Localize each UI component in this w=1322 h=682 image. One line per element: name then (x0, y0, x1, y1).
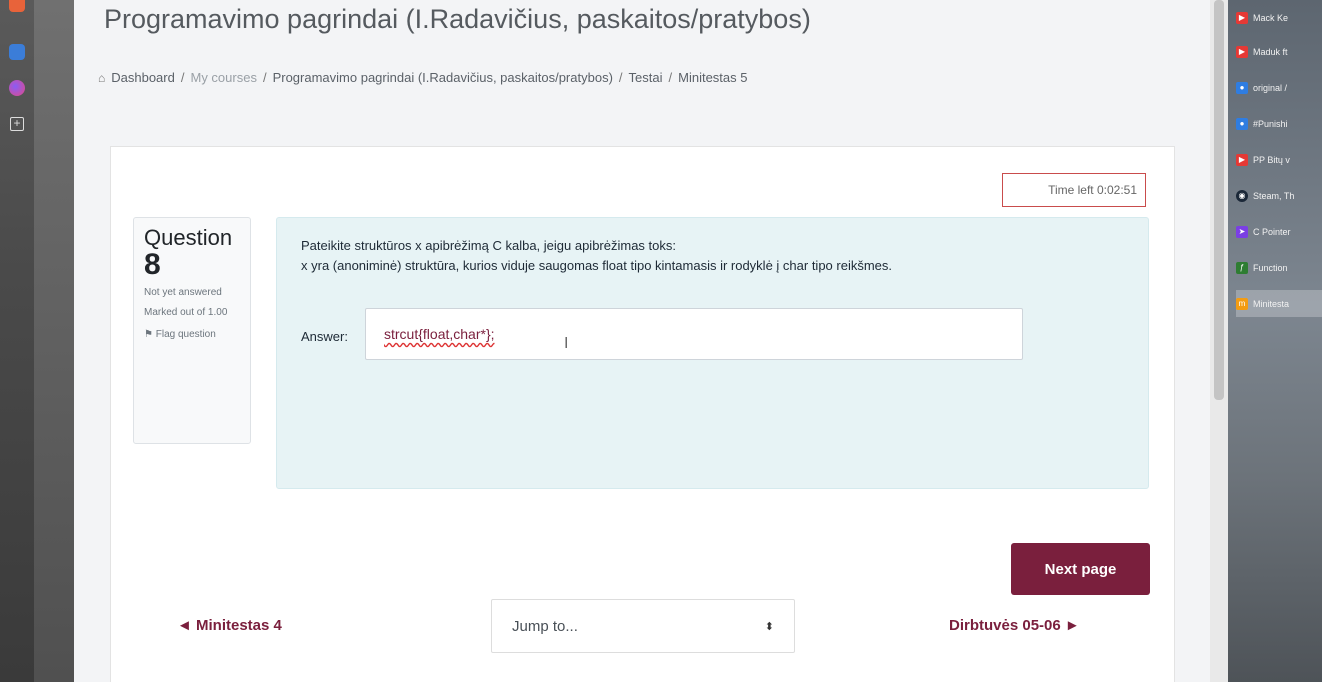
tab-label: C Pointer (1253, 226, 1291, 237)
question-text: Pateikite struktūros x apibrėžimą C kalb… (301, 236, 892, 276)
tab-label: Steam, Th (1253, 190, 1295, 201)
translate-icon[interactable] (9, 44, 25, 60)
breadcrumb: ⌂ Dashboard / My courses / Programavimo … (98, 70, 748, 85)
answer-label: Answer: (301, 329, 348, 344)
browser-tab[interactable]: ◉ Steam, Th (1236, 182, 1322, 209)
question-body: Pateikite struktūros x apibrėžimą C kalb… (276, 217, 1149, 489)
browser-tab[interactable]: ▶ PP Bitų v (1236, 146, 1322, 173)
breadcrumb-dashboard[interactable]: Dashboard (111, 70, 175, 85)
moodle-icon: m (1236, 297, 1248, 310)
browser-tab[interactable]: ● original / (1236, 74, 1322, 101)
pointer-icon: ➤ (1236, 225, 1248, 238)
chat-icon: ● (1236, 117, 1248, 130)
tab-label: Maduk ft (1253, 46, 1288, 57)
next-activity-link[interactable]: Dirbtuvės 05-06 ► (949, 617, 1080, 634)
breadcrumb-separator: / (668, 70, 673, 85)
select-arrows-icon: ⬍ (764, 620, 774, 633)
question-line-1: Pateikite struktūros x apibrėžimą C kalb… (301, 238, 676, 253)
function-icon: ƒ (1236, 261, 1248, 274)
browser-tab[interactable]: ▶ Maduk ft (1236, 38, 1322, 65)
youtube-icon: ▶ (1236, 45, 1248, 58)
tab-label: original / (1253, 82, 1288, 93)
page-scrollbar[interactable] (1210, 0, 1228, 682)
jump-to-select[interactable]: Jump to... ⬍ (491, 599, 795, 653)
youtube-icon: ▶ (1236, 11, 1248, 24)
browser-tab-active[interactable]: m Minitesta (1236, 290, 1322, 317)
flag-question-link[interactable]: ⚑ Flag question (144, 328, 240, 342)
breadcrumb-testai[interactable]: Testai (629, 70, 663, 85)
browser-tab-strip: ▶ Mack Ke ▶ Maduk ft ● original / ● #Punishi… (1228, 0, 1322, 682)
tab-label: Function (1253, 262, 1288, 273)
breadcrumb-course[interactable]: Programavimo pagrindai (I.Radavičius, pa… (273, 70, 613, 85)
question-number: 8 (144, 248, 161, 281)
tab-label: #Punishi (1253, 118, 1288, 129)
question-label: Question (144, 225, 233, 250)
browser-tab[interactable]: ▶ Mack Ke (1236, 4, 1322, 31)
app-icon[interactable] (9, 0, 25, 12)
question-line-2: x yra (anoniminė) struktūra, kurios vidu… (301, 258, 893, 273)
next-page-button[interactable]: Next page (1011, 543, 1150, 595)
tab-label: Minitesta (1253, 298, 1290, 309)
dashboard-icon: ⌂ (98, 70, 106, 85)
browser-tab[interactable]: ➤ C Pointer (1236, 218, 1322, 245)
youtube-icon: ▶ (1236, 153, 1248, 166)
question-marks: Marked out of 1.00 (144, 307, 228, 318)
messenger-icon[interactable] (9, 80, 25, 96)
time-left-display: Time left 0:02:51 (1002, 173, 1146, 207)
text-cursor-icon: I (564, 335, 569, 352)
tab-label: Mack Ke (1253, 12, 1289, 23)
browser-tab[interactable]: ● #Punishi (1236, 110, 1322, 137)
app-dock: + (0, 0, 34, 682)
flag-question-label: Flag question (155, 329, 216, 340)
breadcrumb-separator: / (618, 70, 623, 85)
page-title: Programavimo pagrindai (I.Radavičius, pa… (104, 4, 811, 34)
answer-value: strcut{float,char*}; (384, 326, 495, 342)
moodle-page: Programavimo pagrindai (I.Radavičius, pa… (74, 0, 1210, 682)
breadcrumb-separator: / (180, 70, 185, 85)
scrollbar-thumb[interactable] (1214, 0, 1224, 400)
add-icon[interactable]: + (10, 117, 24, 131)
question-info: Question 8 Not yet answered Marked out o… (133, 217, 251, 444)
flag-icon: ⚑ (144, 329, 156, 340)
quiz-card: Time left 0:02:51 Question 8 Not yet ans… (110, 146, 1175, 682)
breadcrumb-separator: / (262, 70, 267, 85)
tab-label: PP Bitų v (1253, 154, 1290, 165)
question-status: Not yet answered (144, 287, 222, 298)
breadcrumb-my-courses[interactable]: My courses (190, 70, 256, 85)
previous-activity-link[interactable]: ◄ Minitestas 4 (177, 617, 282, 634)
side-panel (34, 0, 74, 682)
chat-icon: ● (1236, 81, 1248, 94)
jump-to-placeholder: Jump to... (512, 617, 578, 635)
answer-input[interactable]: strcut{float,char*}; (365, 308, 1023, 360)
breadcrumb-minitestas[interactable]: Minitestas 5 (678, 70, 747, 85)
steam-icon: ◉ (1236, 189, 1248, 202)
browser-tab[interactable]: ƒ Function (1236, 254, 1322, 281)
